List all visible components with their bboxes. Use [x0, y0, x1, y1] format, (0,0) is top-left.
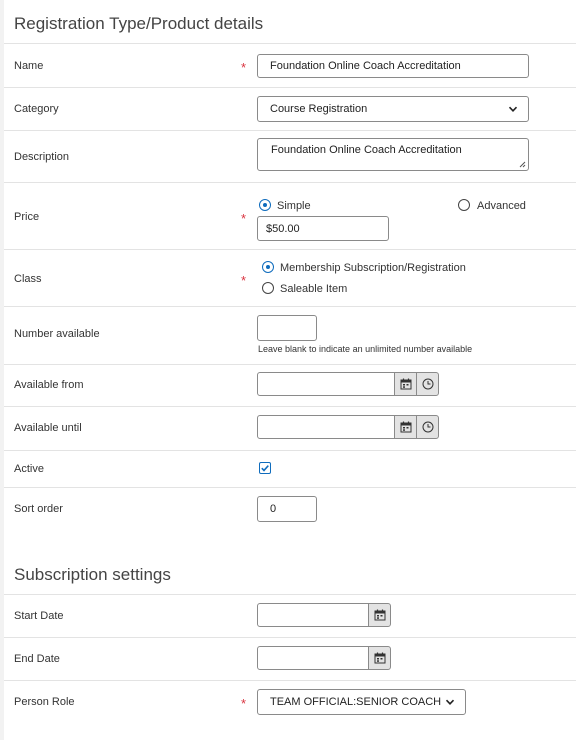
start-date-label: Start Date	[14, 610, 64, 622]
active-checkbox[interactable]	[259, 462, 271, 474]
clock-icon	[422, 421, 433, 433]
field-row-available-until: Available until	[4, 407, 576, 451]
section-title-subscription: Subscription settings	[14, 565, 171, 584]
sort-order-input[interactable]: 0	[257, 496, 317, 522]
available-until-time-button[interactable]	[416, 415, 439, 439]
category-label: Category	[14, 103, 59, 115]
field-row-category: Category Course Registration	[4, 88, 576, 131]
end-date-calendar-button[interactable]	[368, 646, 391, 670]
price-advanced-radio[interactable]	[458, 199, 470, 211]
person-role-select[interactable]: TEAM OFFICIAL:SENIOR COACH	[257, 689, 466, 715]
number-available-help: Leave blank to indicate an unlimited num…	[258, 344, 473, 354]
field-row-end-date: End Date	[4, 638, 576, 681]
class-label: Class	[14, 273, 42, 285]
description-textarea[interactable]: Foundation Online Coach Accreditation	[257, 138, 529, 171]
end-date-input[interactable]	[257, 646, 369, 670]
sort-order-label: Sort order	[14, 503, 63, 515]
field-row-active: Active	[4, 451, 576, 488]
class-membership-radio[interactable]	[262, 261, 274, 273]
number-available-label: Number available	[14, 328, 100, 340]
field-row-name: Name * Foundation Online Coach Accredita…	[4, 44, 576, 88]
calendar-icon	[400, 378, 411, 390]
available-until-input[interactable]	[257, 415, 395, 439]
start-date-input[interactable]	[257, 603, 369, 627]
available-until-label: Available until	[14, 422, 82, 434]
start-date-picker	[257, 603, 391, 627]
price-simple-radio[interactable]	[259, 199, 271, 211]
field-row-number-available: Number available Leave blank to indicate…	[4, 307, 576, 365]
name-input[interactable]: Foundation Online Coach Accreditation	[257, 54, 529, 78]
class-saleable-radio[interactable]	[262, 282, 274, 294]
clock-icon	[422, 378, 433, 390]
category-select-value: Course Registration	[270, 103, 368, 115]
number-available-input[interactable]	[257, 315, 317, 341]
field-row-person-role: Person Role * TEAM OFFICIAL:SENIOR COACH	[4, 681, 576, 726]
chevron-down-icon	[445, 699, 455, 705]
field-row-class: Class * Membership Subscription/Registra…	[4, 250, 576, 307]
class-saleable-label: Saleable Item	[280, 283, 348, 295]
field-row-available-from: Available from	[4, 365, 576, 407]
resize-handle-icon[interactable]	[519, 161, 526, 168]
available-from-datetime	[257, 372, 441, 396]
required-mark: *	[241, 60, 247, 75]
available-from-time-button[interactable]	[416, 372, 439, 396]
price-simple-label: Simple	[277, 200, 311, 212]
person-role-label: Person Role	[14, 696, 75, 708]
price-input[interactable]: $50.00	[257, 216, 389, 241]
required-mark: *	[241, 696, 247, 711]
section-title-product: Registration Type/Product details	[14, 14, 264, 33]
available-from-input[interactable]	[257, 372, 395, 396]
active-label: Active	[14, 463, 44, 475]
start-date-calendar-button[interactable]	[368, 603, 391, 627]
description-label: Description	[14, 151, 70, 163]
field-row-start-date: Start Date	[4, 595, 576, 638]
required-mark: *	[241, 273, 247, 288]
person-role-value: TEAM OFFICIAL:SENIOR COACH	[270, 696, 442, 708]
chevron-down-icon	[508, 106, 518, 112]
available-from-label: Available from	[14, 379, 84, 391]
calendar-icon	[374, 609, 385, 621]
available-until-datetime	[257, 415, 441, 439]
price-advanced-label: Advanced	[477, 200, 526, 212]
description-value: Foundation Online Coach Accreditation	[271, 144, 462, 156]
price-label: Price	[14, 211, 40, 223]
product-form-page: Registration Type/Product details Name *…	[0, 0, 576, 740]
available-from-calendar-button[interactable]	[394, 372, 417, 396]
end-date-label: End Date	[14, 653, 60, 665]
calendar-icon	[374, 652, 385, 664]
required-mark: *	[241, 211, 247, 226]
field-row-sort-order: Sort order 0	[4, 488, 576, 530]
available-until-calendar-button[interactable]	[394, 415, 417, 439]
class-membership-label: Membership Subscription/Registration	[280, 262, 466, 274]
field-row-price: Price * Simple Advanced $50.00	[4, 183, 576, 250]
checkmark-icon	[261, 465, 269, 472]
end-date-picker	[257, 646, 391, 670]
field-row-description: Description Foundation Online Coach Accr…	[4, 131, 576, 183]
category-select[interactable]: Course Registration	[257, 96, 529, 122]
name-label: Name	[14, 60, 44, 72]
calendar-icon	[400, 421, 411, 433]
